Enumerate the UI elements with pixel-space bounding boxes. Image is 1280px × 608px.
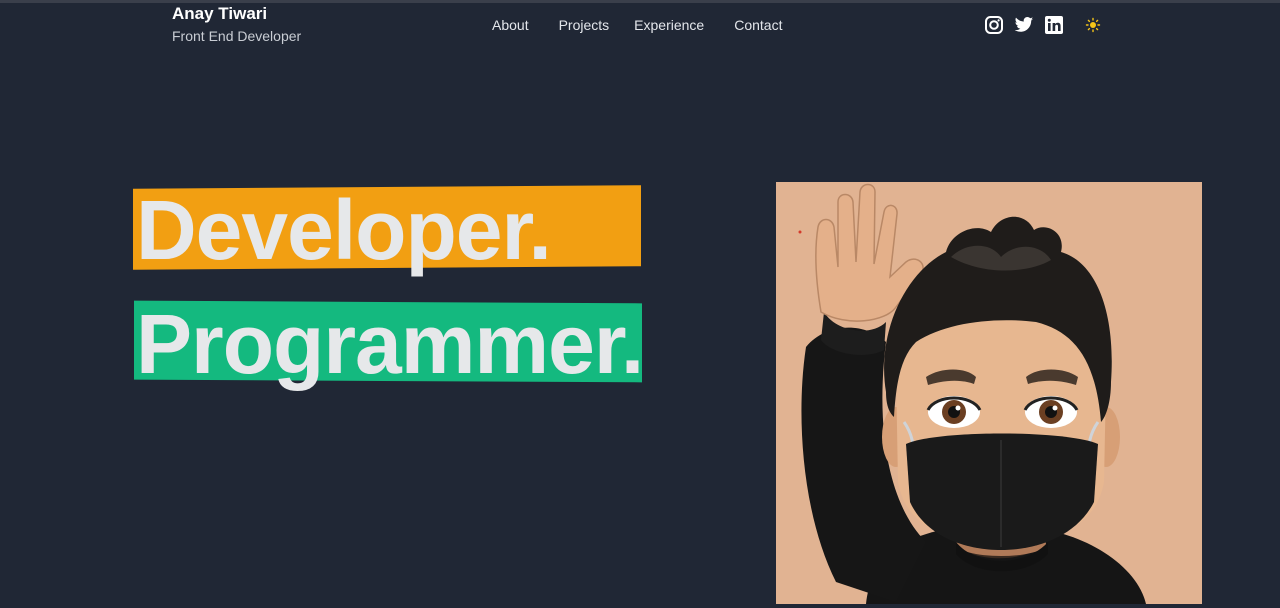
nav-contact[interactable]: Contact — [734, 16, 782, 34]
instagram-icon[interactable] — [984, 15, 1004, 35]
nav-experience[interactable]: Experience — [634, 16, 704, 34]
nav-projects[interactable]: Projects — [559, 16, 610, 34]
main-nav: About Projects Experience Contact — [492, 16, 782, 34]
social-links — [984, 15, 1102, 35]
linkedin-icon[interactable] — [1044, 15, 1064, 35]
top-border — [0, 0, 1280, 3]
avatar-image — [776, 182, 1202, 604]
brand-name: Anay Tiwari — [172, 4, 268, 23]
twitter-icon[interactable] — [1014, 15, 1034, 35]
sun-icon[interactable] — [1084, 16, 1102, 34]
hero-line-programmer: Programmer. — [136, 297, 644, 391]
hero-line-developer: Developer. — [136, 183, 552, 277]
brand: Anay Tiwari Front End Developer — [172, 4, 301, 45]
nav-about[interactable]: About — [492, 16, 529, 34]
brand-role: Front End Developer — [172, 28, 302, 44]
